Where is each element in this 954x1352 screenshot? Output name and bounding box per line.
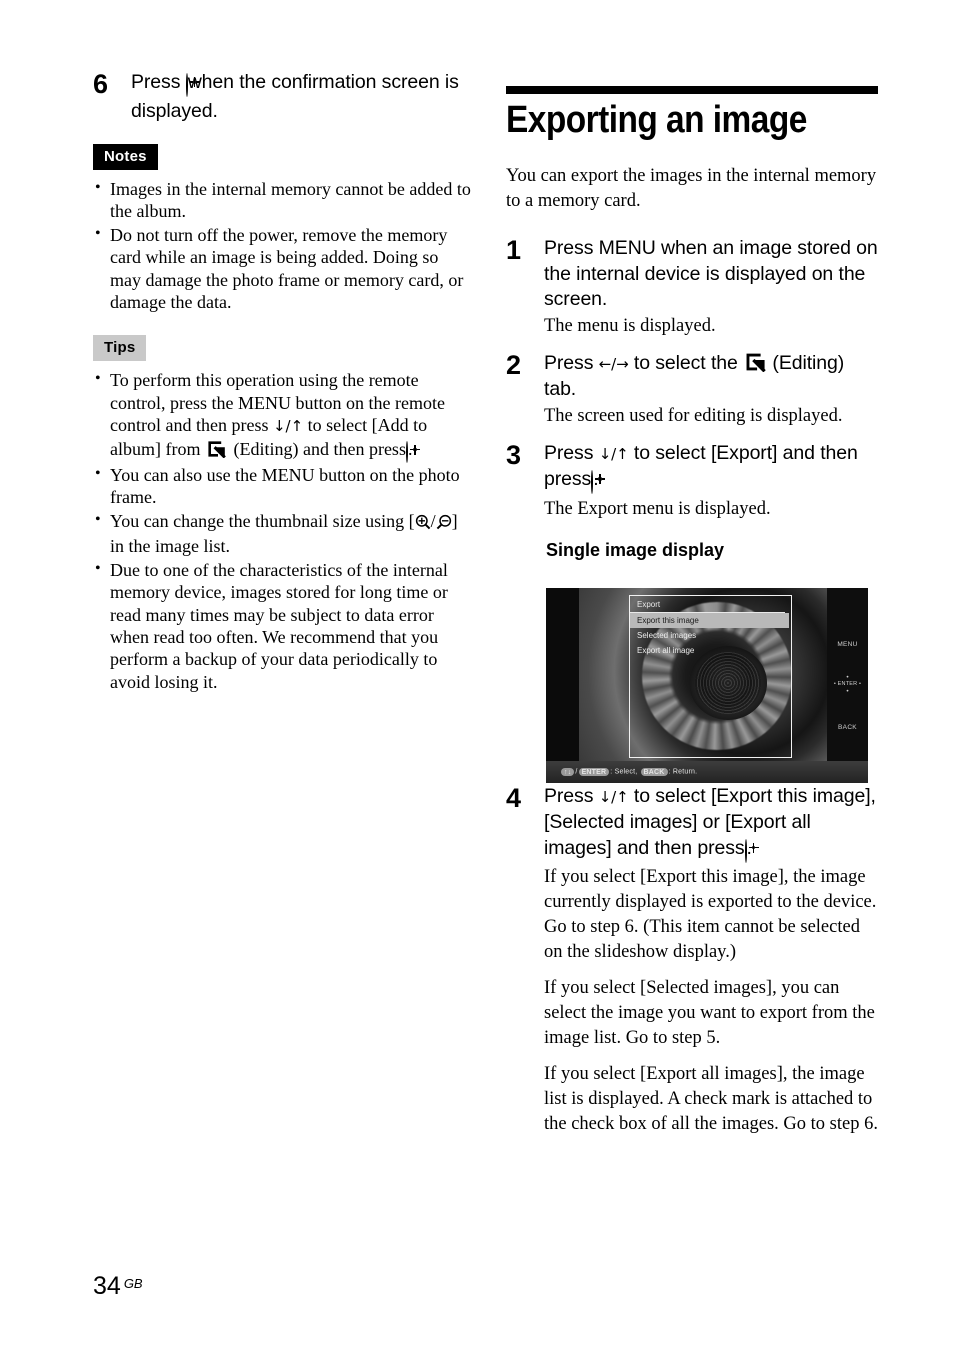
back-key-pill: BACK — [640, 768, 668, 776]
step-number: 6 — [93, 69, 108, 99]
step-description: If you select [Export all images], the i… — [544, 1064, 878, 1134]
page-number: 34 — [93, 1272, 121, 1300]
step-instruction: Press ←/→ to select the (Editing) tab. — [544, 351, 878, 403]
step-instruction: Press ↓/↑ to select [Export] and then pr… — [544, 441, 878, 496]
status-action-2: : Return. — [668, 768, 698, 776]
export-menu-panel: Export Export this image Selected images… — [629, 595, 792, 758]
device-screenshot: Export Export this image Selected images… — [546, 588, 868, 783]
screen-status-bar: ↑↓ / ENTER: Select, BACK: Return. — [546, 761, 868, 783]
step-instruction: Press MENU when an image stored on the i… — [544, 237, 878, 310]
dpad-up-arrow: • — [846, 674, 849, 681]
step-4: 4 Press ↓/↑ to select [Export this image… — [506, 784, 878, 1138]
list-item: You can change the thumbnail size using … — [93, 509, 471, 558]
editing-tab-icon — [207, 440, 227, 459]
step-text-1: Press — [544, 351, 594, 374]
menu-item-selected-images[interactable]: Selected images — [630, 628, 789, 643]
heading-rule — [506, 86, 878, 94]
step-text-after: when the confirmation screen is displaye… — [131, 71, 459, 122]
step-instruction: Press ↓/↑ to select [Export this image],… — [544, 784, 878, 865]
region-code: GB — [123, 1276, 143, 1291]
page-title: Exporting an image — [506, 99, 807, 141]
step-text-2: to select [Export this image], [Selected… — [544, 784, 876, 859]
step-instruction: Press when the confirmation screen is di… — [131, 70, 471, 124]
step-3: 3 Press ↓/↑ to select [Export] and then … — [506, 441, 878, 522]
left-column: 6 Press when the confirmation screen is … — [93, 70, 471, 694]
down-up-arrows: ↓/↑ — [272, 417, 304, 436]
tip-text-3: (Editing) and then press — [233, 438, 406, 459]
enter-button-icon — [744, 838, 756, 863]
enter-button-icon — [185, 73, 197, 97]
list-item: Do not turn off the power, remove the me… — [93, 223, 471, 314]
step-description: If you select [Selected images], you can… — [544, 978, 875, 1048]
step-description: If you select [Export this image], the i… — [544, 867, 877, 962]
step-body: Press ←/→ to select the (Editing) tab. T… — [544, 351, 878, 429]
list-item: To perform this operation using the remo… — [93, 368, 471, 463]
down-up-arrows: ↓/↑ — [598, 787, 629, 806]
zoom-in-icon — [415, 513, 431, 535]
editing-tab-icon — [745, 352, 766, 372]
tips-label-wrap: Tips — [93, 335, 471, 362]
menu-button[interactable]: MENU — [827, 641, 868, 648]
step-body: Press when the confirmation screen is di… — [131, 70, 471, 124]
step-body: Press ↓/↑ to select [Export] and then pr… — [544, 441, 878, 522]
enter-key-pill: ENTER — [578, 768, 610, 776]
step-number: 3 — [506, 439, 521, 470]
menu-item-export-all-image[interactable]: Export all image — [630, 643, 789, 658]
step-text-2: to select the — [633, 351, 738, 374]
intro-paragraph: You can export the images in the interna… — [506, 166, 877, 211]
list-item: Due to one of the characteristics of the… — [93, 558, 471, 693]
list-item: You can also use the MENU button on the … — [93, 463, 471, 509]
status-bar-text: ↑↓ / ENTER: Select, BACK: Return. — [560, 768, 697, 776]
screen-left-bar — [546, 588, 579, 761]
step-number: 4 — [506, 782, 521, 813]
step-text-before: Press — [131, 71, 181, 93]
list-item: Images in the internal memory cannot be … — [93, 177, 471, 223]
figure-caption: Single image display — [546, 539, 725, 560]
step-number: 2 — [506, 349, 521, 380]
step-text-1: Press — [544, 441, 594, 464]
dpad-control[interactable]: • • ENTER • • — [827, 674, 868, 695]
step-description: The Export menu is displayed. — [544, 498, 771, 519]
left-right-arrows: ←/→ — [598, 354, 629, 373]
tip-text-1: You can change the thumbnail size using … — [110, 510, 415, 531]
status-action-1: : Select, — [610, 768, 638, 776]
menu-item-export-this-image[interactable]: Export this image — [630, 613, 789, 628]
page-footer: 34 GB — [93, 1272, 143, 1301]
export-menu-title: Export — [630, 596, 785, 613]
tips-list: To perform this operation using the remo… — [93, 368, 471, 693]
enter-button-icon — [405, 440, 417, 463]
step-number: 1 — [506, 235, 521, 265]
step-1: 1 Press MENU when an image stored on the… — [506, 236, 878, 339]
notes-label-wrap: Notes — [93, 144, 471, 170]
step-2: 2 Press ←/→ to select the (Editing) tab. — [506, 351, 878, 429]
notes-label: Notes — [93, 144, 158, 170]
step-text-1: Press — [544, 784, 594, 807]
enter-button[interactable]: • ENTER • — [827, 681, 868, 688]
device-side-buttons: MENU • • ENTER • • BACK — [827, 588, 868, 761]
tips-label: Tips — [93, 335, 147, 362]
step-6: 6 Press when the confirmation screen is … — [93, 70, 471, 124]
down-up-arrows: ↓/↑ — [598, 444, 629, 463]
step-description: The menu is displayed. — [544, 315, 716, 336]
back-button[interactable]: BACK — [827, 724, 868, 731]
arrow-keys-pill: ↑↓ — [561, 768, 575, 776]
manual-page: 6 Press when the confirmation screen is … — [0, 0, 954, 1352]
step-body: Press MENU when an image stored on the i… — [544, 236, 878, 339]
zoom-out-icon — [436, 513, 452, 535]
dpad-down-arrow: • — [846, 688, 849, 695]
step-description: The screen used for editing is displayed… — [544, 405, 843, 426]
status-sep: / — [575, 768, 578, 776]
notes-list: Images in the internal memory cannot be … — [93, 177, 471, 314]
step-body: Press ↓/↑ to select [Export this image],… — [544, 784, 878, 1138]
